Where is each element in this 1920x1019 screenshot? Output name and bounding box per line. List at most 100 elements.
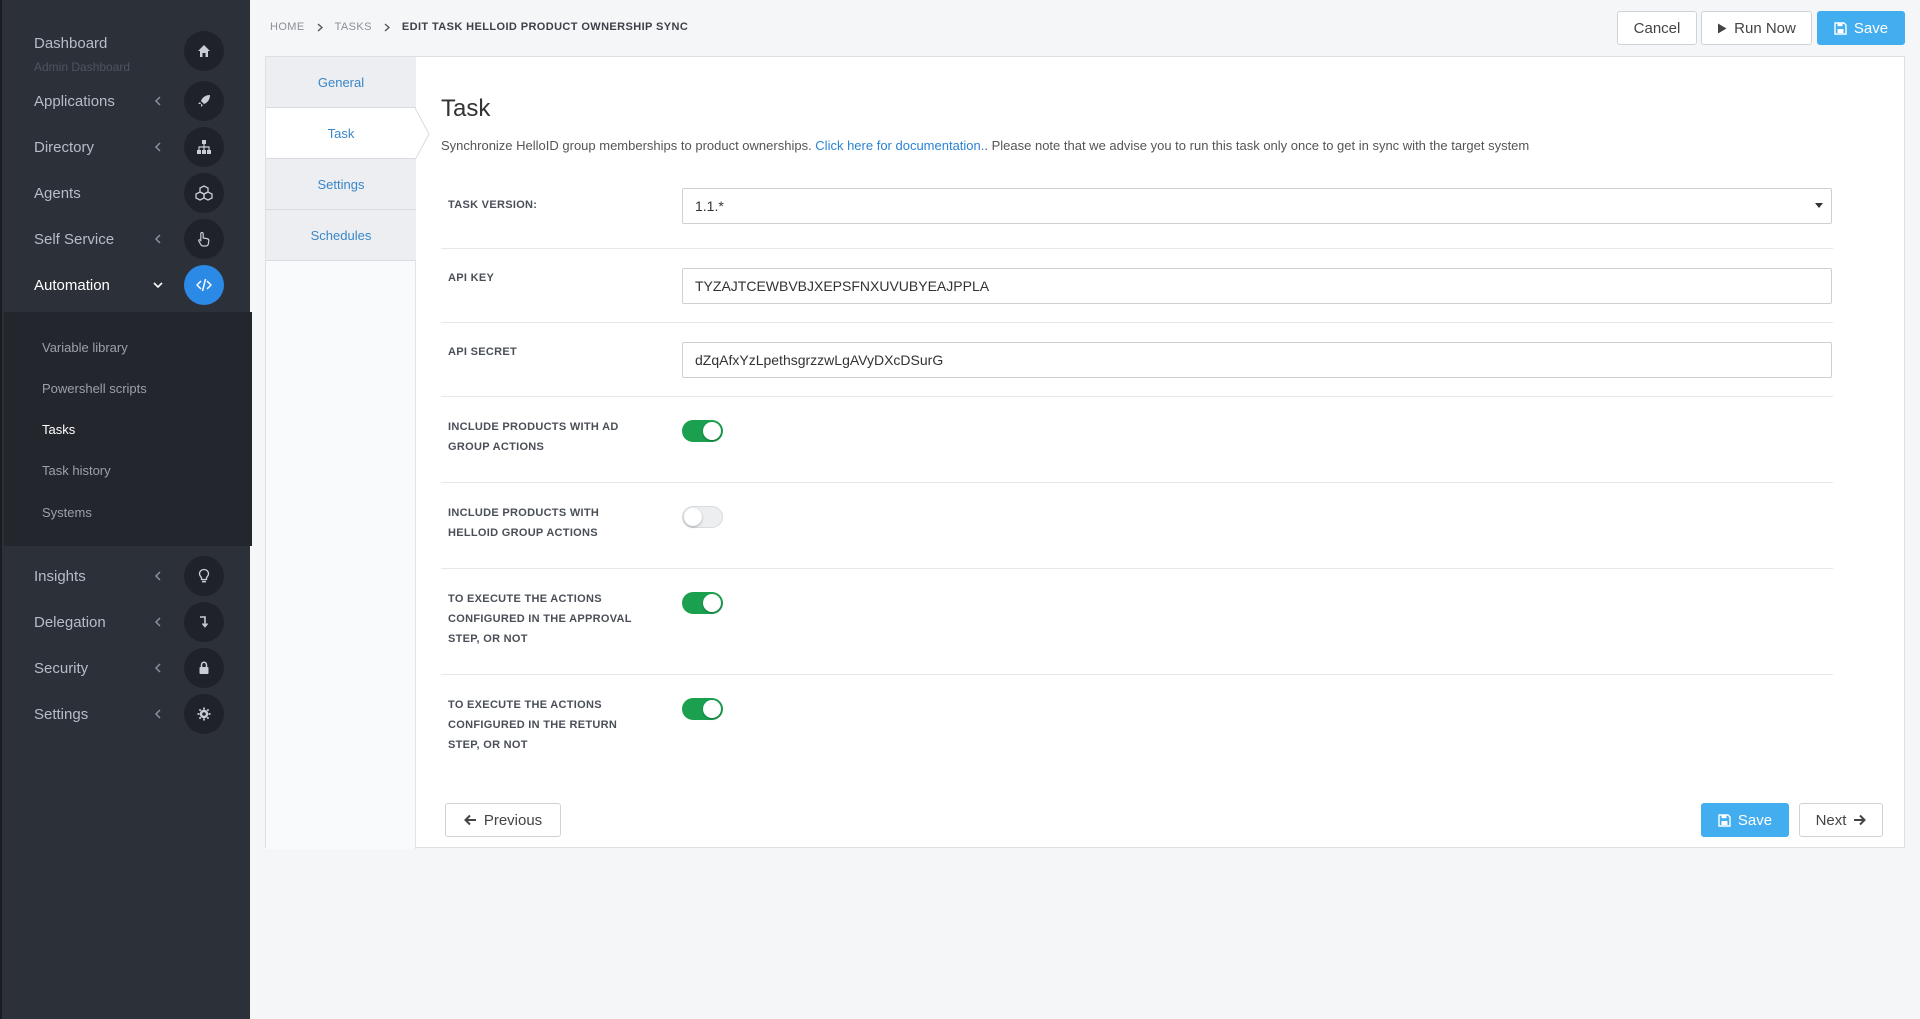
chevron-left-icon: [152, 708, 164, 720]
sitemap-icon: [184, 127, 224, 167]
breadcrumb-current: EDIT TASK HELLOID PRODUCT OWNERSHIP SYNC: [401, 21, 689, 33]
home-icon: [184, 31, 224, 71]
tab-schedules[interactable]: Schedules: [266, 210, 416, 261]
toggle-knob: [684, 508, 702, 526]
sidebar-item-automation[interactable]: Automation: [2, 262, 252, 308]
chevron-right-icon: [317, 22, 323, 32]
sidebar-item-sublabel: Admin Dashboard: [34, 60, 131, 74]
gear-icon: [184, 694, 224, 734]
subnav-item-systems[interactable]: Systems: [42, 505, 92, 520]
sidebar-item-settings[interactable]: Settings: [2, 691, 252, 737]
task-edit-card: General Task Settings Schedules Task Syn…: [265, 56, 1905, 849]
run-now-button-label: Run Now: [1734, 19, 1796, 37]
breadcrumb-tasks[interactable]: TASKS: [335, 21, 372, 33]
api-key-row: API KEY TYZAJTCEWBVBJXEPSFNXUVUBYEAJPPLA: [441, 249, 1833, 323]
sidebar-item-applications[interactable]: Applications: [2, 78, 252, 124]
play-icon: [1718, 23, 1727, 33]
tab-settings[interactable]: Settings: [266, 159, 416, 210]
sidebar-item-label: Self Service: [34, 230, 115, 248]
sidebar-item-agents[interactable]: Agents: [2, 170, 252, 216]
sidebar-item-dashboard[interactable]: Dashboard Admin Dashboard: [2, 28, 252, 74]
sidebar-item-directory[interactable]: Directory: [2, 124, 252, 170]
arrow-left-icon: [463, 814, 476, 826]
sidebar-item-insights[interactable]: Insights: [2, 553, 252, 599]
api-secret-input[interactable]: dZqAfxYzLpethsgrzzwLgAVyDXcDSurG: [682, 342, 1832, 378]
tab-label: Schedules: [310, 227, 372, 243]
code-icon: [184, 265, 224, 305]
api-key-input[interactable]: TYZAJTCEWBVBJXEPSFNXUVUBYEAJPPLA: [682, 268, 1832, 304]
task-version-row: TASK VERSION: 1.1.*: [441, 177, 1833, 249]
chevron-left-icon: [152, 141, 164, 153]
execute-approval-toggle[interactable]: [682, 592, 723, 614]
api-secret-value: dZqAfxYzLpethsgrzzwLgAVyDXcDSurG: [695, 352, 944, 368]
task-content: Task Synchronize HelloID group membershi…: [441, 57, 1891, 849]
automation-submenu: Variable library Powershell scripts Task…: [4, 312, 252, 546]
include-ad-row: INCLUDE PRODUCTS WITH AD GROUP ACTIONS: [441, 397, 1833, 483]
next-button[interactable]: Next: [1799, 803, 1883, 837]
api-secret-label: API SECRET: [448, 346, 518, 358]
sidebar-item-label: Agents: [34, 184, 81, 202]
execute-return-label: TO EXECUTE THE ACTIONS CONFIGURED IN THE…: [448, 699, 618, 751]
subnav-item-powershell-scripts[interactable]: Powershell scripts: [42, 381, 147, 396]
breadcrumb: HOME TASKS EDIT TASK HELLOID PRODUCT OWN…: [270, 21, 688, 33]
step-tabs: General Task Settings Schedules: [266, 57, 430, 849]
task-version-select[interactable]: 1.1.*: [682, 188, 1832, 224]
subnav-item-tasks[interactable]: Tasks: [42, 422, 75, 437]
api-key-value: TYZAJTCEWBVBJXEPSFNXUVUBYEAJPPLA: [695, 278, 990, 294]
active-tab-arrow: [415, 108, 430, 160]
cubes-icon: [184, 173, 224, 213]
sidebar-item-security[interactable]: Security: [2, 645, 252, 691]
save-button[interactable]: Save: [1817, 11, 1905, 45]
documentation-link[interactable]: Click here for documentation.: [815, 138, 984, 153]
sidebar-item-label: Delegation: [34, 613, 106, 631]
api-key-label: API KEY: [448, 272, 495, 284]
lock-icon: [184, 648, 224, 688]
subnav-item-task-history[interactable]: Task history: [42, 463, 111, 478]
execute-return-row: TO EXECUTE THE ACTIONS CONFIGURED IN THE…: [441, 675, 1833, 771]
include-ad-toggle[interactable]: [682, 420, 723, 442]
previous-button[interactable]: Previous: [445, 803, 561, 837]
footer-save-button[interactable]: Save: [1701, 803, 1789, 837]
chevron-left-icon: [152, 616, 164, 628]
description-text: Synchronize HelloID group memberships to…: [441, 138, 816, 153]
chevron-right-icon: [384, 22, 390, 32]
sidebar-item-label: Dashboard: [34, 35, 108, 52]
tab-label: Settings: [317, 176, 365, 192]
save-button-label: Save: [1853, 19, 1889, 37]
lightbulb-icon: [184, 556, 224, 596]
task-version-label: TASK VERSION:: [448, 199, 538, 211]
rocket-icon: [184, 81, 224, 121]
tab-general[interactable]: General: [266, 57, 416, 108]
tab-label: General: [317, 74, 365, 90]
floppy-disk-icon: [1718, 813, 1731, 827]
api-secret-row: API SECRET dZqAfxYzLpethsgrzzwLgAVyDXcDS…: [441, 323, 1833, 397]
tab-task[interactable]: Task: [266, 108, 416, 159]
chevron-left-icon: [152, 95, 164, 107]
toggle-knob: [703, 700, 721, 718]
run-now-button[interactable]: Run Now: [1701, 11, 1812, 45]
footer-save-button-label: Save: [1737, 811, 1773, 829]
execute-return-toggle[interactable]: [682, 698, 723, 720]
sidebar: Dashboard Admin Dashboard Applications D…: [0, 0, 252, 1019]
task-description: Synchronize HelloID group memberships to…: [441, 138, 1529, 153]
sidebar-item-delegation[interactable]: Delegation: [2, 599, 252, 645]
breadcrumb-home[interactable]: HOME: [270, 21, 305, 33]
sidebar-item-self-service[interactable]: Self Service: [2, 216, 252, 262]
next-button-label: Next: [1815, 811, 1847, 829]
sidebar-item-label: Directory: [34, 138, 95, 156]
toggle-knob: [703, 594, 721, 612]
floppy-disk-icon: [1834, 21, 1847, 35]
chevron-left-icon: [152, 233, 164, 245]
arrow-right-icon: [1854, 814, 1867, 826]
tab-label: Task: [327, 125, 355, 141]
execute-approval-label: TO EXECUTE THE ACTIONS CONFIGURED IN THE…: [448, 593, 632, 645]
previous-button-label: Previous: [483, 811, 543, 829]
chevron-down-icon: [152, 279, 164, 291]
subnav-item-variable-library[interactable]: Variable library: [42, 340, 128, 355]
include-ad-label: INCLUDE PRODUCTS WITH AD GROUP ACTIONS: [448, 421, 619, 453]
include-helloid-toggle[interactable]: [682, 506, 723, 528]
hand-pointer-icon: [184, 219, 224, 259]
include-helloid-label: INCLUDE PRODUCTS WITH HELLOID GROUP ACTI…: [448, 507, 600, 539]
cancel-button[interactable]: Cancel: [1617, 11, 1697, 45]
cancel-button-label: Cancel: [1633, 19, 1681, 37]
